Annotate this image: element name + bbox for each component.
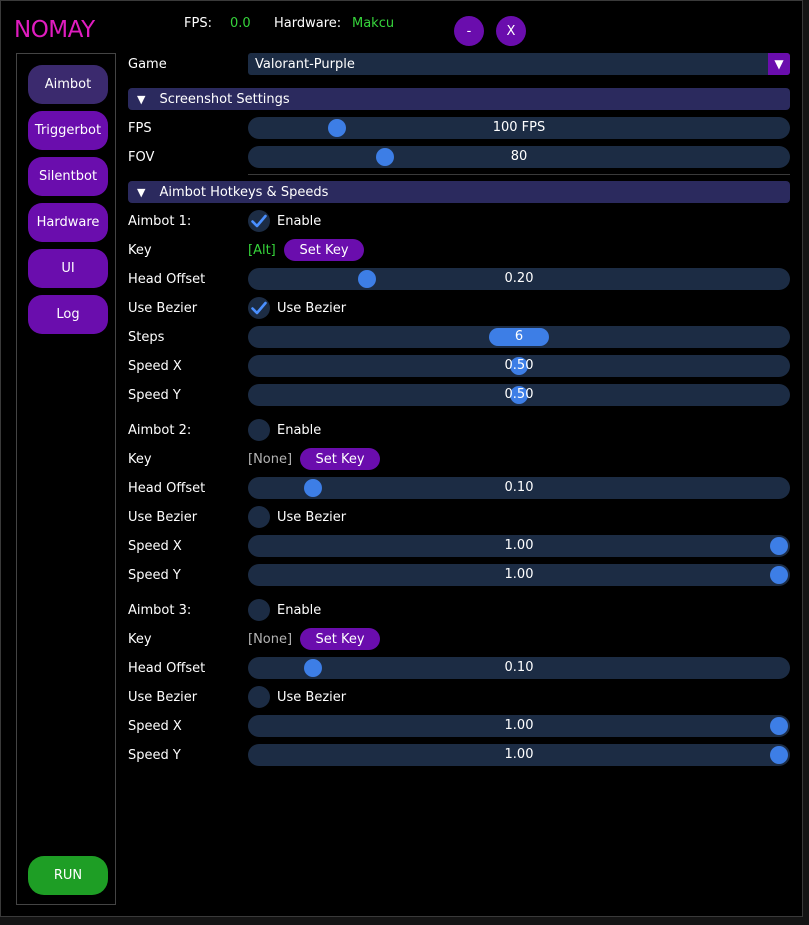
game-label: Game xyxy=(128,57,167,72)
aimbot-2-speed-y-slider[interactable]: 1.00 xyxy=(248,564,790,586)
fps-slider-value: 100 FPS xyxy=(492,120,546,135)
aimbot-1-head-offset-label: Head Offset xyxy=(128,272,206,287)
aimbot-3-head-offset-slider[interactable]: 0.10 xyxy=(248,657,790,679)
aimbot-2-speed-x-label: Speed X xyxy=(128,539,182,554)
aimbot-3-speed-y-label: Speed Y xyxy=(128,748,181,763)
aimbot-3-label: Aimbot 3: xyxy=(128,603,192,618)
aimbot-3-key-value: [None] xyxy=(248,632,293,647)
aimbot-3-speed-y-value: 1.00 xyxy=(504,747,534,762)
fov-slider[interactable]: 80 xyxy=(248,146,790,168)
aimbot-3-bezier-check-label: Use Bezier xyxy=(277,690,347,705)
section-screenshot-title: Screenshot Settings xyxy=(159,91,290,107)
aimbot-2-head-offset-slider[interactable]: 0.10 xyxy=(248,477,790,499)
fov-slider-value: 80 xyxy=(510,149,528,164)
aimbot-3-bezier-label: Use Bezier xyxy=(128,690,198,705)
aimbot-3-speed-y-slider[interactable]: 1.00 xyxy=(248,744,790,766)
fps-label: FPS: xyxy=(184,16,212,31)
aimbot-1-speed-y-slider[interactable]: 0.50 xyxy=(248,384,790,406)
aimbot-1-set-key-button[interactable]: Set Key xyxy=(284,239,364,261)
section-aimbot-title: Aimbot Hotkeys & Speeds xyxy=(159,184,329,200)
dropdown-arrow-icon[interactable]: ▼ xyxy=(768,53,790,75)
aimbot-3-enable-checkbox[interactable] xyxy=(248,599,270,621)
aimbot-2-head-offset-value: 0.10 xyxy=(504,480,534,495)
aimbot-1-speed-x-label: Speed X xyxy=(128,359,182,374)
aimbot-1-speed-x-value: 0.50 xyxy=(504,358,534,373)
minimize-button[interactable]: - xyxy=(454,16,484,46)
aimbot-1-bezier-label: Use Bezier xyxy=(128,301,198,316)
aimbot-1-steps-label: Steps xyxy=(128,330,165,345)
aimbot-3-speed-x-label: Speed X xyxy=(128,719,182,734)
aimbot-2-enable-label: Enable xyxy=(277,423,322,438)
aimbot-2-bezier-label: Use Bezier xyxy=(128,510,198,525)
sidebar: Aimbot Triggerbot Silentbot Hardware UI … xyxy=(16,53,116,905)
aimbot-1-bezier-checkbox[interactable] xyxy=(248,297,270,319)
sidebar-item-aimbot[interactable]: Aimbot xyxy=(28,65,108,104)
app-window: NOMAY FPS: 0.0 Hardware: Makcu - X Aimbo… xyxy=(0,0,803,917)
aimbot-3-set-key-button[interactable]: Set Key xyxy=(300,628,380,650)
aimbot-2-key-label: Key xyxy=(128,452,152,467)
aimbot-1-label: Aimbot 1: xyxy=(128,214,192,229)
aimbot-1-key-label: Key xyxy=(128,243,152,258)
app-logo: NOMAY xyxy=(14,17,95,43)
aimbot-2-speed-x-value: 1.00 xyxy=(504,538,534,553)
section-aimbot-hotkeys[interactable]: ▼ Aimbot Hotkeys & Speeds xyxy=(128,181,790,203)
sidebar-item-silentbot[interactable]: Silentbot xyxy=(28,157,108,196)
aimbot-1-speed-y-label: Speed Y xyxy=(128,388,181,403)
fps-value: 0.0 xyxy=(230,16,251,31)
game-select-value: Valorant-Purple xyxy=(255,56,355,72)
fov-setting-label: FOV xyxy=(128,150,155,165)
close-button[interactable]: X xyxy=(496,16,526,46)
checkmark-icon xyxy=(251,301,267,315)
aimbot-2-label: Aimbot 2: xyxy=(128,423,192,438)
aimbot-2-speed-x-slider[interactable]: 1.00 xyxy=(248,535,790,557)
aimbot-1-key-value: [Alt] xyxy=(248,243,276,258)
aimbot-3-speed-x-value: 1.00 xyxy=(504,718,534,733)
aimbot-1-enable-checkbox[interactable] xyxy=(248,210,270,232)
sidebar-item-ui[interactable]: UI xyxy=(28,249,108,288)
aimbot-1-head-offset-value: 0.20 xyxy=(504,271,534,286)
sidebar-item-log[interactable]: Log xyxy=(28,295,108,334)
aimbot-3-head-offset-label: Head Offset xyxy=(128,661,206,676)
aimbot-2-enable-checkbox[interactable] xyxy=(248,419,270,441)
aimbot-1-bezier-check-label: Use Bezier xyxy=(277,301,347,316)
aimbot-1-speed-y-value: 0.50 xyxy=(504,387,534,402)
aimbot-3-head-offset-value: 0.10 xyxy=(504,660,534,675)
aimbot-3-bezier-checkbox[interactable] xyxy=(248,686,270,708)
sidebar-item-triggerbot[interactable]: Triggerbot xyxy=(28,111,108,150)
fps-slider[interactable]: 100 FPS xyxy=(248,117,790,139)
aimbot-1-enable-label: Enable xyxy=(277,214,322,229)
hardware-value: Makcu xyxy=(352,16,395,31)
aimbot-3-key-label: Key xyxy=(128,632,152,647)
game-select[interactable]: Valorant-Purple ▼ xyxy=(248,53,790,75)
aimbot-2-bezier-checkbox[interactable] xyxy=(248,506,270,528)
run-button[interactable]: RUN xyxy=(28,856,108,895)
triangle-down-icon: ▼ xyxy=(137,185,146,199)
aimbot-1-speed-x-slider[interactable]: 0.50 xyxy=(248,355,790,377)
aimbot-3-speed-x-slider[interactable]: 1.00 xyxy=(248,715,790,737)
fps-setting-label: FPS xyxy=(128,121,152,136)
aimbot-3-enable-label: Enable xyxy=(277,603,322,618)
triangle-down-icon: ▼ xyxy=(137,92,146,106)
hardware-label: Hardware: xyxy=(274,16,342,31)
aimbot-1-steps-value: 6 xyxy=(514,329,524,344)
divider xyxy=(248,174,790,175)
aimbot-1-steps-slider[interactable]: 6 xyxy=(248,326,790,348)
aimbot-2-set-key-button[interactable]: Set Key xyxy=(300,448,380,470)
aimbot-2-bezier-check-label: Use Bezier xyxy=(277,510,347,525)
aimbot-2-speed-y-label: Speed Y xyxy=(128,568,181,583)
sidebar-item-hardware[interactable]: Hardware xyxy=(28,203,108,242)
aimbot-2-head-offset-label: Head Offset xyxy=(128,481,206,496)
aimbot-1-head-offset-slider[interactable]: 0.20 xyxy=(248,268,790,290)
aimbot-2-key-value: [None] xyxy=(248,452,293,467)
section-screenshot-settings[interactable]: ▼ Screenshot Settings xyxy=(128,88,790,110)
aimbot-2-speed-y-value: 1.00 xyxy=(504,567,534,582)
checkmark-icon xyxy=(251,214,267,228)
